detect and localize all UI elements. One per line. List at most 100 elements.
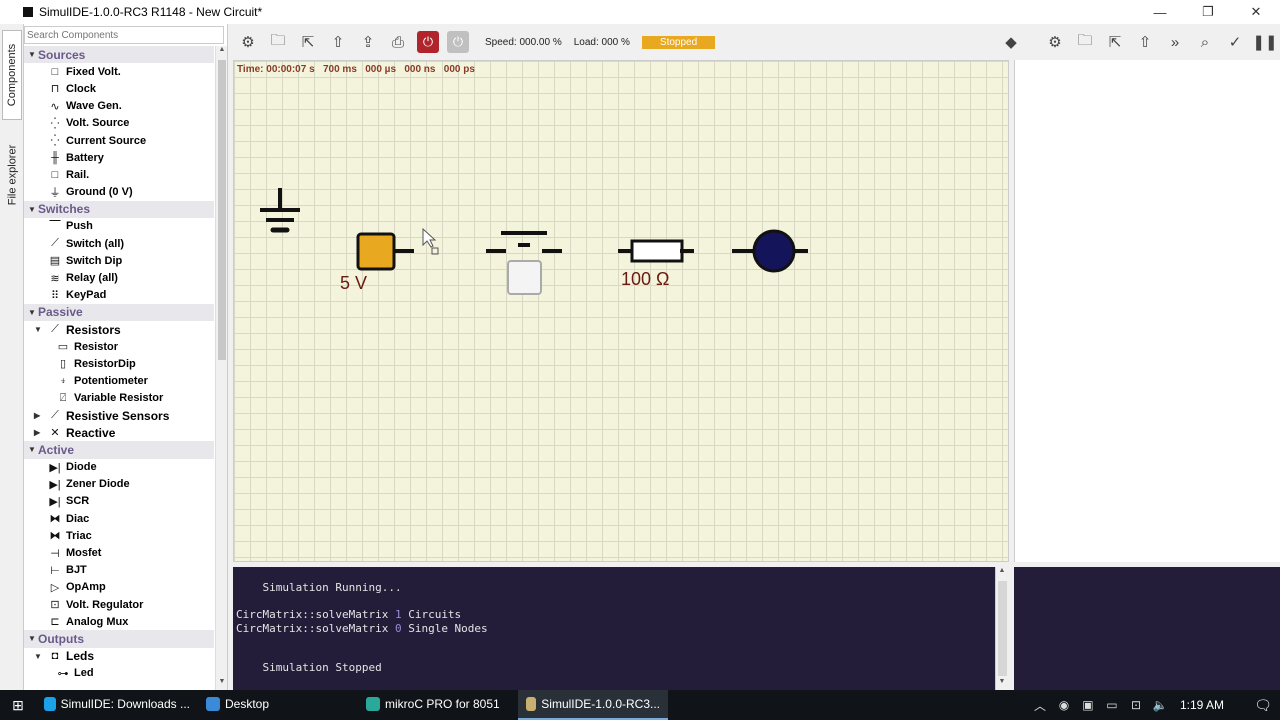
scrollbar-thumb[interactable] xyxy=(998,581,1007,676)
component-search-input[interactable] xyxy=(24,26,224,44)
taskbar-item[interactable]: mikroC PRO for 8051 xyxy=(358,690,518,720)
component-item-volt-regulator[interactable]: ⊡ Volt. Regulator xyxy=(24,596,214,613)
expand-arrow-icon[interactable]: ▼ xyxy=(28,308,38,317)
print-icon[interactable]: ⎙ xyxy=(383,30,413,54)
led-component[interactable] xyxy=(732,229,808,273)
category-active[interactable]: ▼ Active xyxy=(24,441,214,459)
fixed-volt-component[interactable] xyxy=(356,232,414,271)
taskbar-item[interactable]: Desktop xyxy=(198,690,358,720)
component-item-wave-gen[interactable]: ∿ Wave Gen. xyxy=(24,98,214,115)
expand-arrow-icon[interactable]: ▶ xyxy=(34,411,44,420)
chevron-up-icon[interactable]: ︿ xyxy=(1028,697,1052,714)
component-item-switch-all[interactable]: ⟋ Switch (all) xyxy=(24,235,214,252)
meet-icon[interactable]: ▣ xyxy=(1076,698,1100,712)
scroll-down-icon[interactable]: ▼ xyxy=(996,678,1008,690)
expand-arrow-icon[interactable]: ▼ xyxy=(28,205,38,214)
taskbar-item-label: SimulIDE: Downloads ... xyxy=(60,697,190,711)
category-sources[interactable]: ▼ Sources xyxy=(24,46,214,64)
component-icon: ⧓ xyxy=(49,513,61,526)
component-item-zener-diode[interactable]: ▶| Zener Diode xyxy=(24,476,214,493)
circuit-canvas[interactable]: Time: 00:00:07 s 700 ms 000 µs 000 ns 00… xyxy=(233,60,1009,562)
component-item-rail[interactable]: □ Rail. xyxy=(24,166,214,183)
component-item-analog-mux[interactable]: ⊏ Analog Mux xyxy=(24,613,214,630)
open-file-icon[interactable]: 🗀 xyxy=(1070,30,1100,54)
gear-icon[interactable]: ⚙ xyxy=(1040,30,1070,54)
scrollbar-thumb[interactable] xyxy=(218,60,226,360)
notification-icon[interactable]: 🗨 xyxy=(1246,697,1280,714)
diamond-icon[interactable]: ◆ xyxy=(996,30,1026,54)
power-on-button[interactable]: ⏻ xyxy=(417,31,439,53)
component-item-current-source[interactable]: ⁛ Current Source xyxy=(24,132,214,149)
chevron-right-icon[interactable]: » xyxy=(1160,30,1190,54)
category-switches[interactable]: ▼ Switches xyxy=(24,200,214,218)
component-item-opamp[interactable]: ▷ OpAmp xyxy=(24,579,214,596)
component-scrollbar[interactable]: ▲ ▼ xyxy=(215,46,227,690)
expand-arrow-icon[interactable]: ▼ xyxy=(34,652,44,661)
save-icon[interactable]: ⇱ xyxy=(293,30,323,54)
save-icon[interactable]: ⇱ xyxy=(1100,30,1130,54)
category-outputs[interactable]: ▼ Outputs xyxy=(24,630,214,648)
component-item-reactive[interactable]: ▶ ✕ Reactive xyxy=(24,424,214,441)
volume-icon[interactable]: 🔈 xyxy=(1148,698,1172,712)
component-item-battery[interactable]: ╫ Battery xyxy=(24,149,214,166)
component-item-potentiometer[interactable]: ⍖ Potentiometer xyxy=(24,373,214,390)
component-item-diode[interactable]: ▶| Diode xyxy=(24,459,214,476)
minimize-button[interactable]: — xyxy=(1136,0,1184,24)
component-item-switch-dip[interactable]: ▤ Switch Dip xyxy=(24,252,214,269)
scroll-up-icon[interactable]: ▲ xyxy=(996,567,1008,579)
component-item-triac[interactable]: ⧓ Triac xyxy=(24,527,214,544)
maximize-button[interactable]: ❐ xyxy=(1184,0,1232,24)
component-item-keypad[interactable]: ⠿ KeyPad xyxy=(24,287,214,304)
export-icon[interactable]: ⇧ xyxy=(323,30,353,54)
search-icon[interactable]: ⌕ xyxy=(1190,30,1220,54)
resistor-component[interactable] xyxy=(618,239,694,263)
component-icon: ⁛ xyxy=(50,117,60,130)
open-file-icon[interactable]: 🗀 xyxy=(263,30,293,54)
pause-icon[interactable]: ❚❚ xyxy=(1250,30,1280,54)
component-item-bjt[interactable]: ⊢ BJT xyxy=(24,562,214,579)
component-item-variable-resistor[interactable]: ⍁ Variable Resistor xyxy=(24,390,214,407)
component-item-mosfet[interactable]: ⊣ Mosfet xyxy=(24,544,214,561)
component-item-fixed-volt[interactable]: □ Fixed Volt. xyxy=(24,63,214,80)
tab-file-explorer[interactable]: File explorer xyxy=(2,134,22,216)
component-item-diac[interactable]: ⧓ Diac xyxy=(24,510,214,527)
windows-start-icon[interactable]: ⊞ xyxy=(0,690,36,720)
taskbar-item[interactable]: SimulIDE-1.0.0-RC3... xyxy=(518,690,668,720)
expand-arrow-icon[interactable]: ▼ xyxy=(28,634,38,643)
scroll-up-icon[interactable]: ▲ xyxy=(216,46,227,58)
component-item-scr[interactable]: ▶| SCR xyxy=(24,493,214,510)
circuit-drawing: 5 V 100 Ω xyxy=(260,188,808,295)
check-icon[interactable]: ✓ xyxy=(1220,30,1250,54)
component-item-leds[interactable]: ▼ ◘ Leds xyxy=(24,648,214,665)
component-item-resistive-sensors[interactable]: ▶ ⟋ Resistive Sensors xyxy=(24,407,214,424)
network-icon[interactable]: ⊡ xyxy=(1124,698,1148,712)
component-item-relay-all[interactable]: ≋ Relay (all) xyxy=(24,269,214,286)
expand-arrow-icon[interactable]: ▶ xyxy=(34,428,44,437)
component-item-resistors[interactable]: ▼ ⟋ Resistors xyxy=(24,321,214,338)
component-item-resistordip[interactable]: ▯ ResistorDip xyxy=(24,355,214,372)
console-scrollbar[interactable]: ▲ ▼ xyxy=(995,567,1008,690)
gear-icon[interactable]: ⚙ xyxy=(233,30,263,54)
ground-component[interactable] xyxy=(260,188,300,233)
component-item-ground-0-v[interactable]: ⏚ Ground (0 V) xyxy=(24,184,214,201)
scroll-down-icon[interactable]: ▼ xyxy=(216,678,227,690)
upload-icon[interactable]: ⇪ xyxy=(353,30,383,54)
expand-arrow-icon[interactable]: ▼ xyxy=(28,445,38,454)
component-item-clock[interactable]: ⊓ Clock xyxy=(24,80,214,97)
security-icon[interactable]: ◉ xyxy=(1052,698,1076,712)
upload-icon[interactable]: ⇧ xyxy=(1130,30,1160,54)
expand-arrow-icon[interactable]: ▼ xyxy=(28,50,38,59)
component-list: ▼ Sources □ Fixed Volt. ⊓ Clock ∿ Wave Gen. ⁛ Vol… xyxy=(24,46,214,682)
taskbar-item[interactable]: SimulIDE: Downloads ... xyxy=(36,690,198,720)
tab-components[interactable]: Components xyxy=(2,30,22,120)
expand-arrow-icon[interactable]: ▼ xyxy=(34,325,44,334)
push-button-component[interactable] xyxy=(486,231,562,295)
power-off-button[interactable]: ⏻ xyxy=(447,31,469,53)
component-item-led[interactable]: ⊶ Led xyxy=(24,665,214,682)
component-item-volt-source[interactable]: ⁛ Volt. Source xyxy=(24,115,214,132)
close-button[interactable]: ✕ xyxy=(1232,0,1280,24)
storage-icon[interactable]: ▭ xyxy=(1100,698,1124,712)
category-passive[interactable]: ▼ Passive xyxy=(24,303,214,321)
component-item-push[interactable]: ⎺ Push xyxy=(24,218,214,235)
component-item-resistor[interactable]: ▭ Resistor xyxy=(24,338,214,355)
